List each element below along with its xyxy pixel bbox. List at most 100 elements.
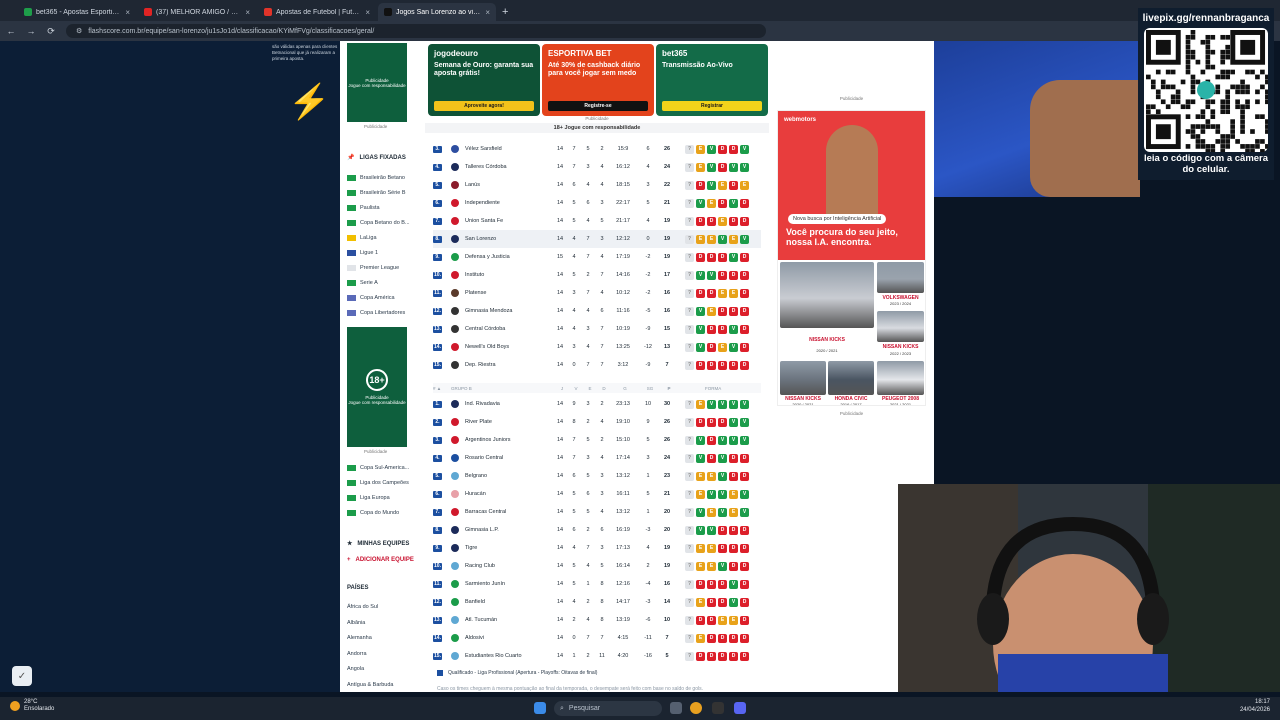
car-name[interactable]: NISSAN KICKS (877, 344, 924, 350)
car-photo[interactable] (780, 262, 874, 328)
sidebar-league-item[interactable]: Brasileirão Betano (347, 175, 405, 181)
table-row[interactable]: 9. Defensa y Justicia 15 4 7 4 17:19 -2 19? D D D V D (433, 248, 761, 266)
team-name[interactable]: Ind. Rivadavia (465, 401, 553, 407)
form-badge[interactable]: D (707, 360, 716, 370)
form-badge[interactable]: V (740, 234, 749, 244)
form-badge[interactable]: V (696, 198, 705, 208)
form-badge[interactable]: D (707, 288, 716, 298)
form-badge[interactable]: D (718, 597, 727, 607)
form-badge[interactable]: V (729, 198, 738, 208)
form-badge[interactable]: ? (685, 198, 694, 208)
table-row[interactable]: 1. Ind. Rivadavia 14 9 3 2 23:13 10 30? E V V V V (433, 395, 761, 413)
form-badge[interactable]: V (740, 489, 749, 499)
table-row[interactable]: 8. San Lorenzo 14 4 7 3 12:12 0 19? E E V E V (433, 230, 761, 248)
form-badge[interactable]: V (729, 162, 738, 172)
form-badge[interactable]: D (718, 144, 727, 154)
form-badge[interactable]: E (696, 144, 705, 154)
form-badge[interactable]: ? (685, 216, 694, 226)
form-badge[interactable]: D (740, 453, 749, 463)
col-e[interactable]: E (583, 386, 597, 391)
close-tab-icon[interactable]: × (365, 8, 370, 17)
form-badge[interactable]: ? (685, 579, 694, 589)
form-badge[interactable]: D (740, 633, 749, 643)
form-badge[interactable]: E (707, 543, 716, 553)
form-badge[interactable]: V (729, 417, 738, 427)
form-badge[interactable]: V (707, 399, 716, 409)
form-badge[interactable]: E (718, 180, 727, 190)
form-badge[interactable]: V (718, 489, 727, 499)
form-badge[interactable]: D (740, 579, 749, 589)
table-row[interactable]: 11. Sarmiento Junín 14 5 1 8 12:16 -4 16? D D D V D (433, 575, 761, 593)
sportsbook-ad[interactable]: bet365 Transmissão Ao-Vivo Registrar (656, 44, 768, 116)
close-tab-icon[interactable]: × (485, 8, 490, 17)
taskbar-clock[interactable]: 18:17 24/04/2026 (1240, 699, 1270, 714)
team-name[interactable]: Newell's Old Boys (465, 344, 553, 350)
form-badge[interactable]: V (696, 435, 705, 445)
team-name[interactable]: Instituto (465, 272, 553, 278)
table-row[interactable]: 5. Lanús 14 6 4 4 18:15 3 22? D V E D E (433, 176, 761, 194)
form-badge[interactable]: D (696, 180, 705, 190)
task-view-icon[interactable] (670, 702, 682, 714)
sidebar-league-item[interactable]: Paulista (347, 205, 380, 211)
form-badge[interactable]: ? (685, 615, 694, 625)
col-sg[interactable]: SG (639, 386, 661, 391)
table-row[interactable]: 12. Banfield 14 4 2 8 14:17 -3 14? E D D V D (433, 593, 761, 611)
form-badge[interactable]: D (707, 216, 716, 226)
ad-cta-button[interactable]: Aproveite agora! (434, 101, 534, 111)
form-badge[interactable]: D (696, 216, 705, 226)
form-badge[interactable]: D (707, 651, 716, 661)
form-badge[interactable]: D (707, 633, 716, 643)
address-bar[interactable]: ⚙ flashscore.com.br/equipe/san-lorenzo/j… (66, 24, 766, 38)
form-badge[interactable]: E (696, 489, 705, 499)
form-badge[interactable]: D (740, 360, 749, 370)
form-badge[interactable]: ? (685, 234, 694, 244)
form-badge[interactable]: E (707, 306, 716, 316)
form-badge[interactable]: D (740, 543, 749, 553)
ad-cta-button[interactable]: Registre-se (548, 101, 648, 111)
form-badge[interactable]: D (718, 324, 727, 334)
table-row[interactable]: 15. Estudiantes Rio Cuarto 14 1 2 11 4:20 -16 5?… (433, 647, 761, 665)
form-badge[interactable]: V (740, 507, 749, 517)
car-name[interactable]: NISSAN KICKS (780, 337, 874, 343)
browser-tab[interactable]: Apostas de Futebol | Futebol Br × (258, 3, 376, 21)
form-badge[interactable]: D (729, 633, 738, 643)
close-tab-icon[interactable]: × (245, 8, 250, 17)
form-badge[interactable]: ? (685, 651, 694, 661)
form-badge[interactable]: D (729, 270, 738, 280)
table-row[interactable]: 10. Instituto 14 5 2 7 14:16 -2 17? V V D D D (433, 266, 761, 284)
form-badge[interactable]: E (696, 597, 705, 607)
table-row[interactable]: 5. Belgrano 14 6 5 3 13:12 1 23? E E V D D (433, 467, 761, 485)
form-badge[interactable]: D (740, 306, 749, 316)
car-photo[interactable] (877, 311, 924, 342)
form-badge[interactable]: D (718, 417, 727, 427)
form-badge[interactable]: E (718, 615, 727, 625)
sidebar-cup-item[interactable]: Copa Sul-America... (347, 465, 409, 471)
form-badge[interactable]: D (740, 471, 749, 481)
form-badge[interactable]: E (729, 234, 738, 244)
table-row[interactable]: 4. Talleres Córdoba 14 7 3 4 16:12 4 24? E V D V V (433, 158, 761, 176)
form-badge[interactable]: V (718, 507, 727, 517)
team-name[interactable]: Racing Club (465, 563, 553, 569)
col-j[interactable]: J (555, 386, 569, 391)
sidebar-ad-18[interactable]: 18+ Publicidade Jogue com responsabilida… (347, 327, 407, 447)
form-badge[interactable]: D (707, 597, 716, 607)
form-badge[interactable]: V (707, 525, 716, 535)
form-badge[interactable]: ? (685, 306, 694, 316)
sidebar-country-item[interactable]: Antígua & Barbuda (347, 682, 393, 688)
form-badge[interactable]: E (696, 399, 705, 409)
ad-cta-button[interactable]: Registrar (662, 101, 762, 111)
form-badge[interactable]: V (729, 435, 738, 445)
form-badge[interactable]: V (696, 306, 705, 316)
sidebar-ad-top[interactable]: Publicidade Jogue com responsabilidade (347, 43, 407, 122)
form-badge[interactable]: ? (685, 597, 694, 607)
table-row[interactable]: 3. Vélez Sarsfield 14 7 5 2 15:9 6 26? E V D D V (433, 140, 761, 158)
form-badge[interactable]: V (707, 162, 716, 172)
team-name[interactable]: Tigre (465, 545, 553, 551)
form-badge[interactable]: E (696, 471, 705, 481)
form-badge[interactable]: ? (685, 633, 694, 643)
windows-start-icon[interactable] (534, 702, 546, 714)
car-photo[interactable] (828, 361, 874, 395)
form-badge[interactable]: V (729, 579, 738, 589)
team-name[interactable]: Lanús (465, 182, 553, 188)
form-badge[interactable]: V (696, 507, 705, 517)
